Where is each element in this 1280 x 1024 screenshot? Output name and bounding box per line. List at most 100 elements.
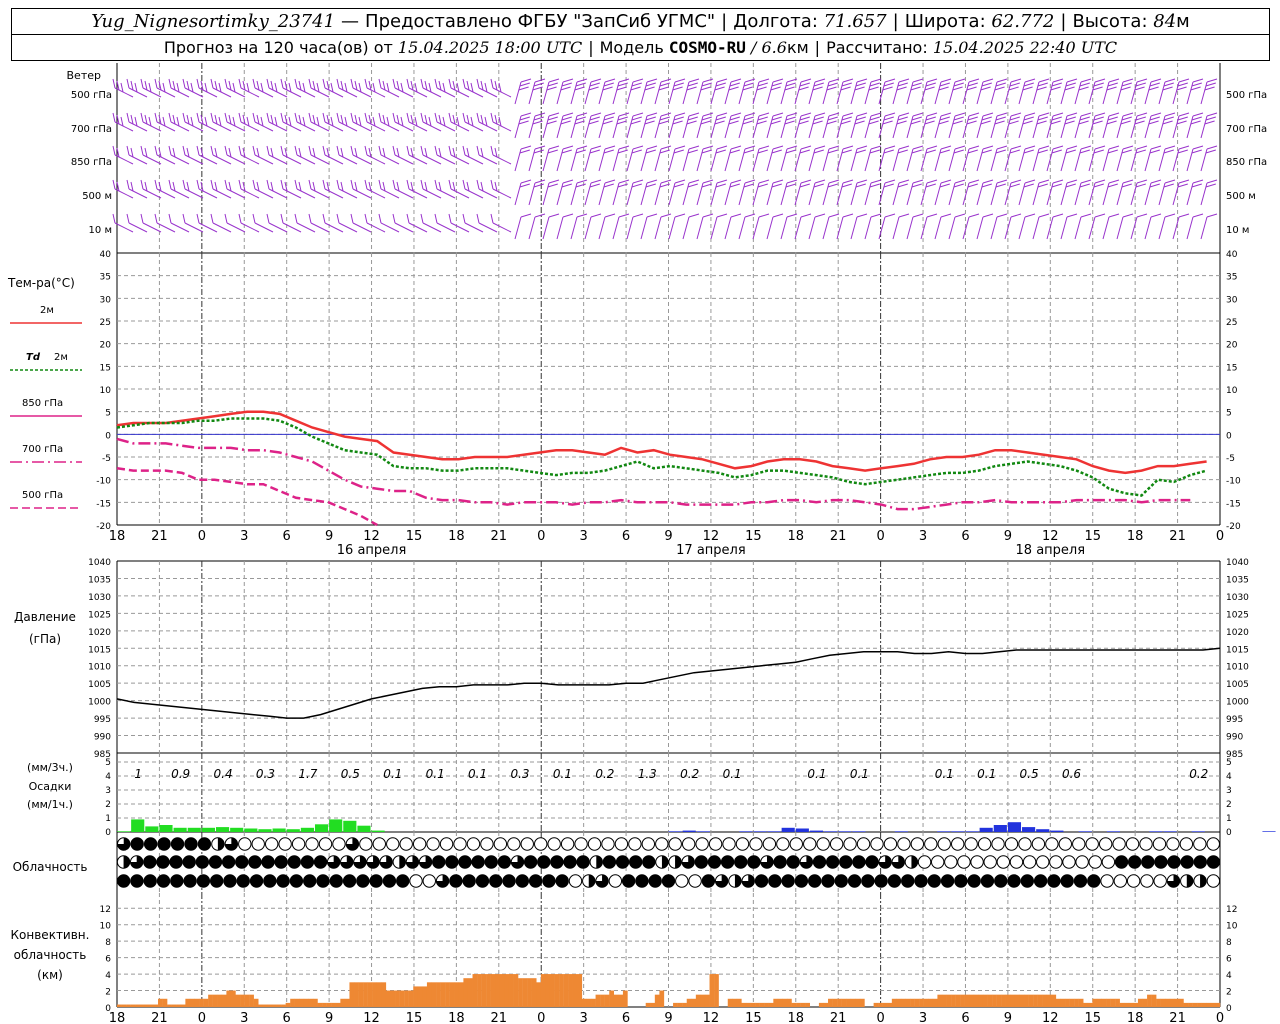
- wind-barb: [640, 216, 648, 240]
- wind-barb-feather: [434, 145, 438, 156]
- wind-barb-feather: [1135, 183, 1146, 188]
- cloud-cover-symbol: [996, 855, 1011, 869]
- wind-barb-feather: [154, 213, 158, 224]
- hour-tick-label: 15: [1084, 1011, 1101, 1024]
- wind-barb: [254, 188, 274, 199]
- conv-bar: [349, 982, 355, 1007]
- wind-barb: [170, 154, 190, 165]
- wind-barb-feather: [476, 78, 480, 89]
- wind-barb-feather: [434, 179, 438, 190]
- cloud-cover-symbol: [924, 837, 938, 851]
- wind-barb: [408, 154, 428, 165]
- wind-barb-feather: [126, 179, 130, 190]
- wind-barb-feather: [1190, 120, 1201, 125]
- wind-barb-feather: [925, 116, 936, 121]
- wind-barb-feather: [940, 145, 952, 150]
- conv-bar: [240, 994, 245, 1007]
- wind-barb: [1102, 81, 1110, 105]
- cloud-circle: [1072, 837, 1086, 851]
- wind-barb-feather: [800, 78, 812, 83]
- cloud-cover-symbol: [528, 874, 543, 888]
- wind-barb: [142, 222, 162, 233]
- cloud-cover-symbol: [116, 874, 131, 888]
- conv-bar: [960, 994, 965, 1007]
- wind-barb: [212, 87, 232, 98]
- cloud-circle: [183, 874, 197, 888]
- conv-bar: [358, 982, 364, 1007]
- cloud-cover-symbol: [983, 855, 997, 869]
- wind-barb-feather: [462, 145, 466, 156]
- hour-tick-label: 18: [109, 529, 126, 544]
- wind-barb: [822, 216, 830, 240]
- wind-barb-feather: [462, 112, 466, 123]
- wind-barb-feather: [1164, 112, 1176, 117]
- precip-tick-label-right: 1: [1226, 814, 1232, 824]
- cloud-circle: [1075, 855, 1089, 869]
- wind-barb-feather: [870, 78, 882, 83]
- cloud-cover-symbol: [412, 837, 427, 851]
- cloud-circle: [924, 837, 938, 851]
- conv-bar: [312, 998, 318, 1007]
- wind-barb-feather: [800, 145, 812, 150]
- wind-barb: [724, 115, 732, 139]
- cloud-cover-symbol: [316, 874, 330, 888]
- conv-bar: [354, 982, 359, 1007]
- wind-barb-feather: [800, 213, 812, 218]
- conv-bar: [367, 982, 373, 1007]
- wind-barb-feather: [378, 78, 382, 89]
- cloud-cover-symbol: [615, 855, 630, 869]
- conv-bar: [148, 1004, 154, 1007]
- wind-barb-feather: [1177, 116, 1188, 121]
- wind-barb-feather: [968, 78, 980, 83]
- wind-barb: [556, 148, 564, 172]
- cloud-cover-symbol: [409, 874, 423, 888]
- wind-barb: [1102, 216, 1110, 240]
- cloud-circle: [484, 855, 498, 869]
- precip-bar-snow: [343, 820, 357, 832]
- wind-barb: [128, 154, 148, 165]
- cloud-circle: [839, 855, 853, 869]
- cloud-cover-symbol: [453, 837, 467, 851]
- conv-bar: [1014, 994, 1020, 1007]
- conv-bar: [768, 1002, 774, 1007]
- wind-barb-feather: [912, 112, 924, 117]
- wind-barb-feather: [1163, 183, 1174, 188]
- conv-bar: [1165, 998, 1171, 1007]
- cloud-cover-symbol: [829, 837, 844, 851]
- wind-barb: [1060, 216, 1068, 240]
- conv-bar: [1106, 998, 1111, 1007]
- cloud-cover-symbol: [445, 855, 459, 869]
- wind-barb-feather: [770, 120, 781, 125]
- conv-bar: [1042, 994, 1048, 1007]
- wind-barb-feather: [756, 86, 767, 91]
- conv-bar: [463, 978, 469, 1007]
- precip-bar-rain: [951, 831, 965, 832]
- wind-barb-feather: [392, 78, 396, 89]
- wind-barb: [1186, 81, 1194, 105]
- wind-barb-feather: [462, 213, 466, 224]
- conv-bar: [549, 974, 555, 1007]
- conv-tick-label-right: 6: [1226, 955, 1232, 965]
- conv-bar: [828, 998, 833, 1007]
- wind-barb-feather: [645, 82, 656, 87]
- wind-barb: [1046, 148, 1054, 172]
- wind-barb: [640, 81, 648, 105]
- conv-bar: [873, 1002, 879, 1007]
- wind-barb-feather: [266, 145, 270, 156]
- wind-barb-feather: [336, 179, 340, 190]
- conv-bar: [1128, 1002, 1134, 1007]
- wind-barb-feather: [982, 78, 994, 83]
- wind-barb: [640, 115, 648, 139]
- cloud-circle: [843, 837, 857, 851]
- conv-tick-label: 10: [100, 922, 112, 932]
- wind-barb-feather: [548, 78, 560, 83]
- wind-barb-feather: [112, 213, 116, 224]
- wind-barb: [752, 182, 760, 206]
- cloud-cover-symbol: [439, 837, 454, 851]
- cloud-cover-symbol: [520, 837, 534, 851]
- cloud-cover-symbol: [405, 855, 420, 869]
- wind-barb: [492, 121, 512, 132]
- wind-barb-feather: [631, 116, 642, 121]
- wind-barb-feather: [1052, 112, 1064, 117]
- wind-barb-feather: [982, 179, 994, 184]
